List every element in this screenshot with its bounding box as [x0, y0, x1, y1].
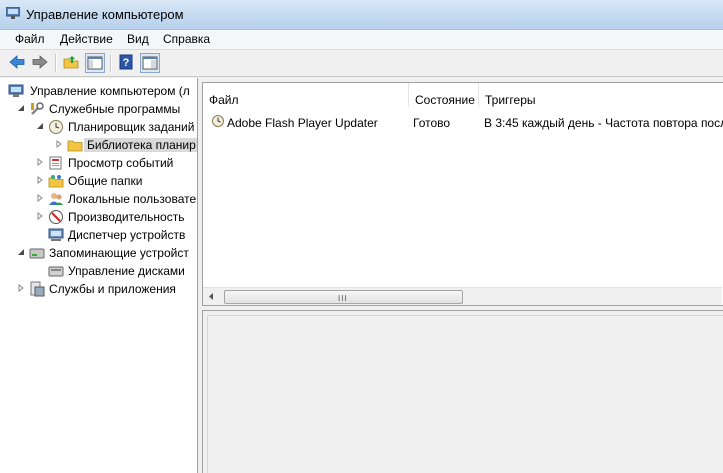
toolbar: ?: [0, 50, 723, 77]
tree-item-performance[interactable]: Производительность: [36, 208, 197, 226]
users-icon: [49, 193, 63, 205]
detail-content: [207, 315, 723, 473]
expand-arrow-icon: [37, 176, 43, 184]
expand-arrow-icon: [56, 140, 62, 148]
tree-item-label: Локальные пользовате: [68, 192, 197, 206]
shared-folders-icon: [48, 175, 64, 188]
column-header-file[interactable]: Файл: [203, 83, 409, 107]
up-folder-icon: [63, 56, 79, 69]
help-button[interactable]: ?: [117, 53, 137, 73]
menu-action[interactable]: Действие: [60, 32, 113, 46]
tree-item-label: Общие папки: [68, 174, 143, 188]
tree-item-storage[interactable]: Запоминающие устройст: [17, 244, 197, 262]
expand-arrow-icon: [37, 212, 43, 220]
storage-icon: [29, 248, 45, 259]
title-bar: Управление компьютером: [0, 0, 723, 30]
device-manager-icon: [48, 228, 64, 241]
tree-item-task-scheduler[interactable]: Планировщик заданий: [36, 118, 197, 136]
menu-file[interactable]: Файл: [15, 32, 45, 46]
folder-icon: [67, 140, 83, 152]
tree-item-label: Производительность: [68, 210, 185, 224]
back-button[interactable]: [8, 53, 28, 73]
svg-text:?: ?: [123, 57, 130, 69]
tree-item-label: Управление дисками: [68, 264, 185, 278]
menu-help[interactable]: Справка: [163, 32, 210, 46]
tools-icon: [31, 102, 44, 115]
scrollbar-thumb[interactable]: III: [224, 290, 463, 304]
tree-item-label: Служебные программы: [49, 102, 181, 116]
services-icon: [30, 281, 45, 297]
help-icon: ?: [119, 54, 133, 70]
column-header-status[interactable]: Состояние: [409, 83, 479, 107]
menu-view[interactable]: Вид: [127, 32, 149, 46]
show-hide-console-tree-icon: [87, 56, 103, 70]
collapse-arrow-icon: [18, 249, 24, 255]
tree-item-label: Запоминающие устройст: [49, 246, 189, 260]
expand-arrow-icon: [37, 194, 43, 202]
scroll-left-icon[interactable]: [203, 288, 220, 305]
show-hide-action-pane-icon: [142, 56, 158, 70]
tree-item-root[interactable]: Управление компьютером (л: [8, 82, 197, 100]
computer-management-icon: [6, 7, 20, 19]
tree-item-label: Службы и приложения: [49, 282, 176, 296]
expand-arrow-icon: [18, 284, 24, 292]
back-icon: [9, 55, 25, 69]
horizontal-scrollbar[interactable]: III: [203, 287, 722, 305]
column-header-triggers[interactable]: Триггеры: [479, 83, 723, 107]
tree-item-shared-folders[interactable]: Общие папки: [36, 172, 197, 190]
forward-icon: [32, 55, 48, 69]
collapse-arrow-icon: [18, 105, 24, 111]
menu-bar: Файл Действие Вид Справка: [0, 30, 723, 50]
window-title: Управление компьютером: [26, 7, 184, 22]
task-status: Готово: [413, 116, 451, 130]
tree-item-services-apps[interactable]: Службы и приложения: [17, 280, 197, 298]
task-clock-icon: [212, 115, 224, 127]
scrollbar-grip: III: [338, 294, 348, 303]
show-hide-console-tree-button[interactable]: [85, 53, 105, 73]
detail-pane: [202, 310, 723, 473]
expand-arrow-icon: [37, 158, 43, 166]
tree-item-event-viewer[interactable]: Просмотр событий: [36, 154, 197, 172]
disk-icon: [48, 266, 64, 277]
up-folder-button[interactable]: [62, 53, 82, 73]
forward-button[interactable]: [31, 53, 51, 73]
event-viewer-icon: [49, 156, 62, 170]
tree-item-label: Управление компьютером (л: [30, 84, 190, 98]
tree-item-label: Планировщик заданий: [68, 120, 195, 134]
task-list[interactable]: Файл Состояние Триггеры Adobe Flash Play…: [202, 82, 723, 306]
tree-item-label: Библиотека планир: [84, 138, 197, 152]
console-tree[interactable]: Управление компьютером (л Служебные прог…: [0, 78, 198, 473]
tree-item-label: Просмотр событий: [68, 156, 174, 170]
tree-item-local-users[interactable]: Локальные пользовате: [36, 190, 197, 208]
task-name[interactable]: Adobe Flash Player Updater: [227, 116, 378, 130]
collapse-arrow-icon: [37, 123, 43, 129]
performance-icon: [49, 210, 63, 224]
clock-icon: [49, 120, 63, 134]
tree-item-task-library[interactable]: Библиотека планир: [55, 136, 197, 154]
tree-item-label: Диспетчер устройств: [68, 228, 186, 242]
computer-management-icon: [8, 84, 24, 97]
tree-item-system-tools[interactable]: Служебные программы: [17, 100, 197, 118]
task-trigger: В 3:45 каждый день - Частота повтора пос…: [484, 116, 723, 130]
tree-item-disk-management[interactable]: Управление дисками: [36, 262, 197, 280]
show-hide-action-pane-button[interactable]: [140, 53, 160, 73]
tree-item-device-manager[interactable]: Диспетчер устройств: [36, 226, 197, 244]
